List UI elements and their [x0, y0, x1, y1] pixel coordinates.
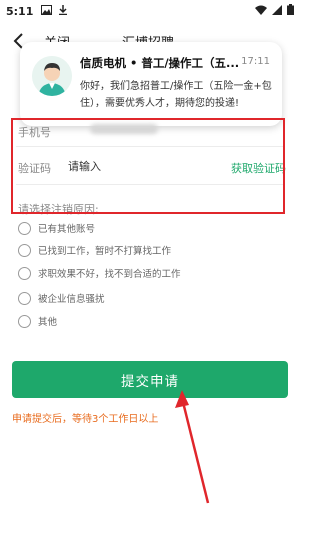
reason-option-label: 其他 [38, 317, 58, 328]
image-icon [41, 4, 53, 18]
push-notification[interactable]: 信质电机 • 普工/操作工（五... 17:11 你好，我们急招普工/操作工（五… [20, 42, 282, 126]
status-bar: 5:11 [0, 0, 300, 22]
battery-icon [287, 4, 294, 18]
notification-body: 你好，我们急招普工/操作工（五险一金+包住），需要优秀人才，期待您的投递! [80, 81, 272, 109]
radio-button[interactable] [18, 221, 31, 235]
radio-button[interactable] [18, 266, 31, 280]
reason-option[interactable]: 求职效果不好，找不到合适的工作 [18, 265, 181, 281]
reason-option[interactable]: 其他 [18, 313, 57, 329]
notification-time: 17:11 [241, 56, 270, 67]
reason-option-label: 已找到工作，暂时不打算找工作 [38, 246, 172, 257]
avatar [32, 56, 72, 96]
screen: 5:11 关闭 汇博招聘 [0, 0, 300, 533]
radio-button[interactable] [18, 291, 31, 305]
status-time: 5:11 [6, 4, 34, 18]
radio-button[interactable] [18, 314, 31, 328]
reason-option-label: 求职效果不好，找不到合适的工作 [38, 269, 181, 280]
signal-icon [272, 4, 282, 18]
reason-option[interactable]: 已有其他账号 [18, 220, 95, 236]
submit-hint: 申请提交后，等待3个工作日以上 [12, 414, 159, 425]
wifi-icon [255, 5, 267, 18]
notification-title: 信质电机 • 普工/操作工（五... [80, 56, 238, 70]
reason-option[interactable]: 被企业信息骚扰 [18, 290, 105, 306]
reason-option-label: 被企业信息骚扰 [38, 294, 105, 305]
radio-button[interactable] [18, 243, 31, 257]
reason-option-label: 已有其他账号 [38, 224, 96, 235]
submit-button[interactable]: 提交申请 [12, 361, 288, 398]
annotation-highlight-box [11, 118, 285, 214]
download-icon [58, 4, 68, 18]
reason-option[interactable]: 已找到工作，暂时不打算找工作 [18, 242, 171, 258]
